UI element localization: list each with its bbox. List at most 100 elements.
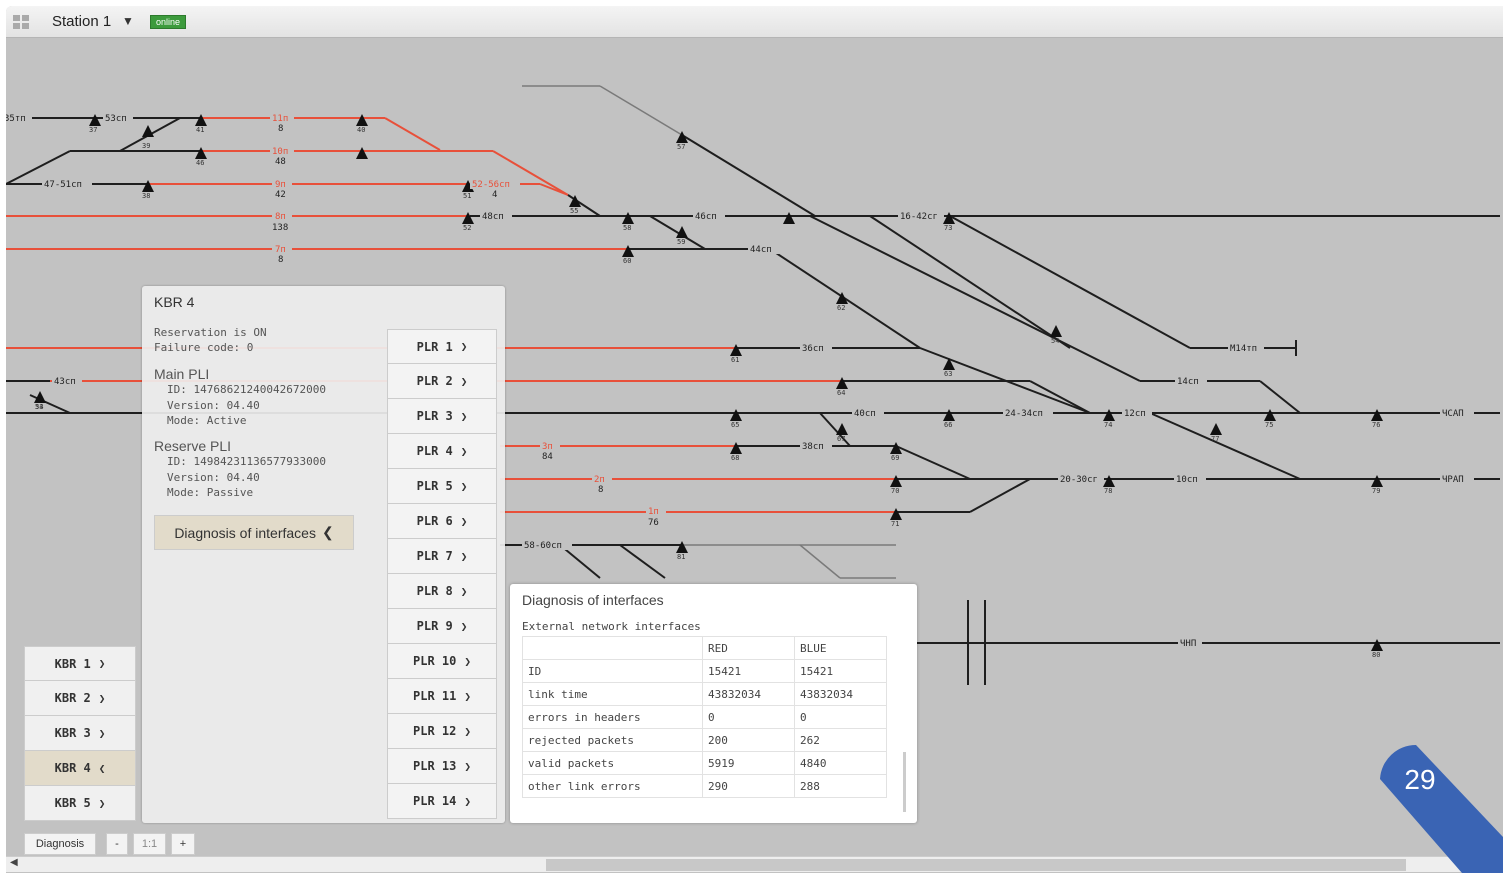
horizontal-scrollbar[interactable]: ◀	[6, 856, 1503, 872]
zoom-in-button[interactable]: +	[171, 833, 195, 855]
plr-label: PLR 12	[413, 724, 457, 738]
plr-item[interactable]: PLR 2 ❯	[387, 364, 497, 399]
chevron-right-icon: ❯	[460, 374, 468, 388]
table-row: errors in headers 0 0	[522, 705, 887, 729]
svg-text:68: 68	[731, 454, 739, 462]
svg-text:55: 55	[570, 207, 578, 215]
svg-text:78: 78	[1104, 487, 1112, 495]
kbr-item[interactable]: KBR 3 ❯	[24, 716, 136, 751]
plr-item[interactable]: PLR 6 ❯	[387, 504, 497, 539]
plr-label: PLR 14	[413, 794, 457, 808]
table-cell: 15421	[702, 659, 795, 683]
plr-item[interactable]: PLR 5 ❯	[387, 469, 497, 504]
svg-text:8: 8	[278, 124, 283, 134]
plr-label: PLR 1	[416, 339, 453, 354]
table-header	[522, 636, 703, 660]
table-row: other link errors 290 288	[522, 774, 887, 798]
kbr-item[interactable]: KBR 5 ❯	[24, 786, 136, 821]
table-cell: link time	[522, 682, 703, 706]
plr-item[interactable]: PLR 11 ❯	[387, 679, 497, 714]
svg-text:81: 81	[677, 553, 685, 561]
chevron-right-icon: ❯	[460, 584, 468, 598]
svg-text:46: 46	[196, 159, 204, 167]
svg-text:М14тп: М14тп	[1230, 344, 1257, 354]
failure-code: Failure code: 0	[154, 341, 254, 354]
svg-text:9п: 9п	[275, 180, 286, 190]
station-selector[interactable]: Station 1	[52, 13, 111, 30]
kbr-panel-title: KBR 4	[154, 294, 195, 310]
grid-icon[interactable]	[12, 14, 30, 30]
plr-item[interactable]: PLR 1 ❯	[387, 329, 497, 364]
plr-list: PLR 1 ❯ PLR 2 ❯ PLR 3 ❯ PLR 4 ❯ PLR 5 ❯ PLR 6…	[387, 329, 497, 819]
diagnosis-title: Diagnosis of interfaces	[522, 592, 664, 608]
scroll-thumb[interactable]	[546, 859, 1406, 871]
chevron-right-icon: ❯	[464, 724, 471, 738]
svg-text:48: 48	[275, 157, 286, 167]
diagnosis-button[interactable]: Diagnosis	[24, 833, 96, 855]
table-cell: rejected packets	[522, 728, 703, 752]
table-cell: valid packets	[522, 751, 703, 775]
plr-item[interactable]: PLR 12 ❯	[387, 714, 497, 749]
chevron-right-icon: ❯	[98, 726, 106, 740]
chevron-right-icon: ❯	[460, 549, 468, 563]
diagnosis-scrollbar[interactable]	[903, 752, 906, 812]
table-row: ID 15421 15421	[522, 659, 887, 683]
table-header: BLUE	[794, 636, 887, 660]
plr-item[interactable]: PLR 13 ❯	[387, 749, 497, 784]
svg-text:59: 59	[677, 238, 685, 246]
kbr-item[interactable]: KBR 2 ❯	[24, 681, 136, 716]
svg-text:24-34сп: 24-34сп	[1005, 409, 1043, 419]
table-cell: 15421	[794, 659, 887, 683]
plr-item[interactable]: PLR 7 ❯	[387, 539, 497, 574]
plr-label: PLR 4	[416, 444, 453, 458]
svg-text:71: 71	[891, 520, 899, 528]
kbr-list: KBR 1 ❯ KBR 2 ❯ KBR 3 ❯ KBR 4 ❮ KBR 5 ❯	[24, 646, 136, 821]
svg-text:69: 69	[891, 454, 899, 462]
chevron-right-icon: ❯	[464, 759, 471, 773]
chevron-right-icon: ❯	[98, 691, 106, 705]
zoom-level: 1:1	[133, 833, 166, 855]
plr-label: PLR 9	[416, 619, 453, 633]
chevron-right-icon: ❯	[464, 654, 471, 668]
svg-text:12сп: 12сп	[1124, 409, 1146, 419]
plr-item[interactable]: PLR 10 ❯	[387, 644, 497, 679]
svg-text:76: 76	[648, 518, 659, 528]
svg-text:43сп: 43сп	[54, 377, 76, 387]
plr-item[interactable]: PLR 8 ❯	[387, 574, 497, 609]
svg-text:8: 8	[598, 485, 603, 495]
svg-text:62: 62	[837, 304, 845, 312]
svg-text:3п: 3п	[542, 442, 553, 452]
chevron-right-icon: ❯	[460, 409, 468, 423]
svg-text:70: 70	[891, 487, 899, 495]
kbr-item-active[interactable]: KBR 4 ❮	[24, 751, 136, 786]
svg-text:1п: 1п	[648, 507, 659, 517]
zoom-out-button[interactable]: -	[106, 833, 128, 855]
plr-item[interactable]: PLR 14 ❯	[387, 784, 497, 819]
svg-text:64: 64	[837, 389, 845, 397]
chevron-right-icon: ❯	[98, 657, 106, 670]
table-cell: 4840	[794, 751, 887, 775]
diagnosis-of-interfaces-button[interactable]: Diagnosis of interfaces ❮	[154, 515, 354, 550]
diagnosis-subtitle: External network interfaces	[522, 620, 701, 633]
scroll-left-icon[interactable]: ◀	[10, 857, 18, 868]
chevron-down-icon[interactable]: ▼	[122, 14, 134, 28]
chevron-right-icon: ❯	[464, 689, 471, 703]
svg-text:138: 138	[272, 223, 288, 233]
plr-item[interactable]: PLR 4 ❯	[387, 434, 497, 469]
main-pli-id: ID: 14768621240042672000	[167, 383, 326, 396]
plr-item[interactable]: PLR 3 ❯	[387, 399, 497, 434]
svg-text:46сп: 46сп	[695, 212, 717, 222]
svg-text:ЧНП: ЧНП	[1180, 639, 1196, 649]
svg-text:11п: 11п	[272, 114, 288, 124]
diagnosis-button-label: Diagnosis of interfaces	[174, 524, 316, 541]
table-cell: 43832034	[794, 682, 887, 706]
reserve-pli-id: ID: 14984231136577933000	[167, 455, 326, 468]
svg-text:38сп: 38сп	[802, 442, 824, 452]
table-cell: errors in headers	[522, 705, 703, 729]
plr-item[interactable]: PLR 9 ❯	[387, 609, 497, 644]
table-header-row: RED BLUE	[522, 636, 887, 660]
kbr-panel: KBR 4 Reservation is ON Failure code: 0 …	[142, 286, 505, 823]
reservation-status: Reservation is ON	[154, 326, 267, 339]
kbr-item[interactable]: KBR 1 ❯	[24, 646, 136, 681]
svg-text:73: 73	[944, 224, 952, 232]
